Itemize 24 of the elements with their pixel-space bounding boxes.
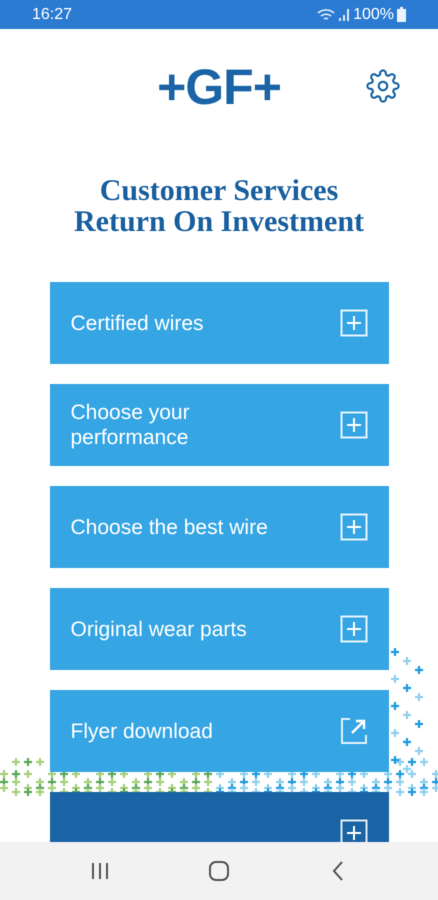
signal-icon xyxy=(338,8,350,21)
menu-button[interactable]: Original wear parts xyxy=(50,588,388,670)
logo: +GF+ xyxy=(157,62,281,112)
page-title: Return On Investment xyxy=(74,206,364,237)
recent-apps-icon xyxy=(90,862,110,880)
menu-button[interactable]: Choose the best wire xyxy=(50,486,388,568)
wifi-icon xyxy=(317,8,336,22)
page-title: Customer Services xyxy=(100,175,338,206)
plus-icon xyxy=(340,513,368,541)
settings-icon xyxy=(366,69,400,103)
menu-button[interactable]: Choose your performance xyxy=(50,384,388,466)
plus-icon xyxy=(340,819,368,842)
back-icon xyxy=(332,861,344,881)
plus-icon xyxy=(340,615,368,643)
plus-icon xyxy=(340,309,368,337)
battery-icon xyxy=(397,7,406,22)
menu-button[interactable]: Certified wires xyxy=(50,282,388,364)
plus-icon xyxy=(340,411,368,439)
settings-button[interactable] xyxy=(364,67,402,105)
status-time: 16:27 xyxy=(32,4,72,24)
menu-button[interactable]: Flyer download xyxy=(50,690,388,772)
home-icon xyxy=(208,861,229,881)
external-link-icon xyxy=(340,717,368,745)
battery-percent: 100% xyxy=(353,4,394,24)
